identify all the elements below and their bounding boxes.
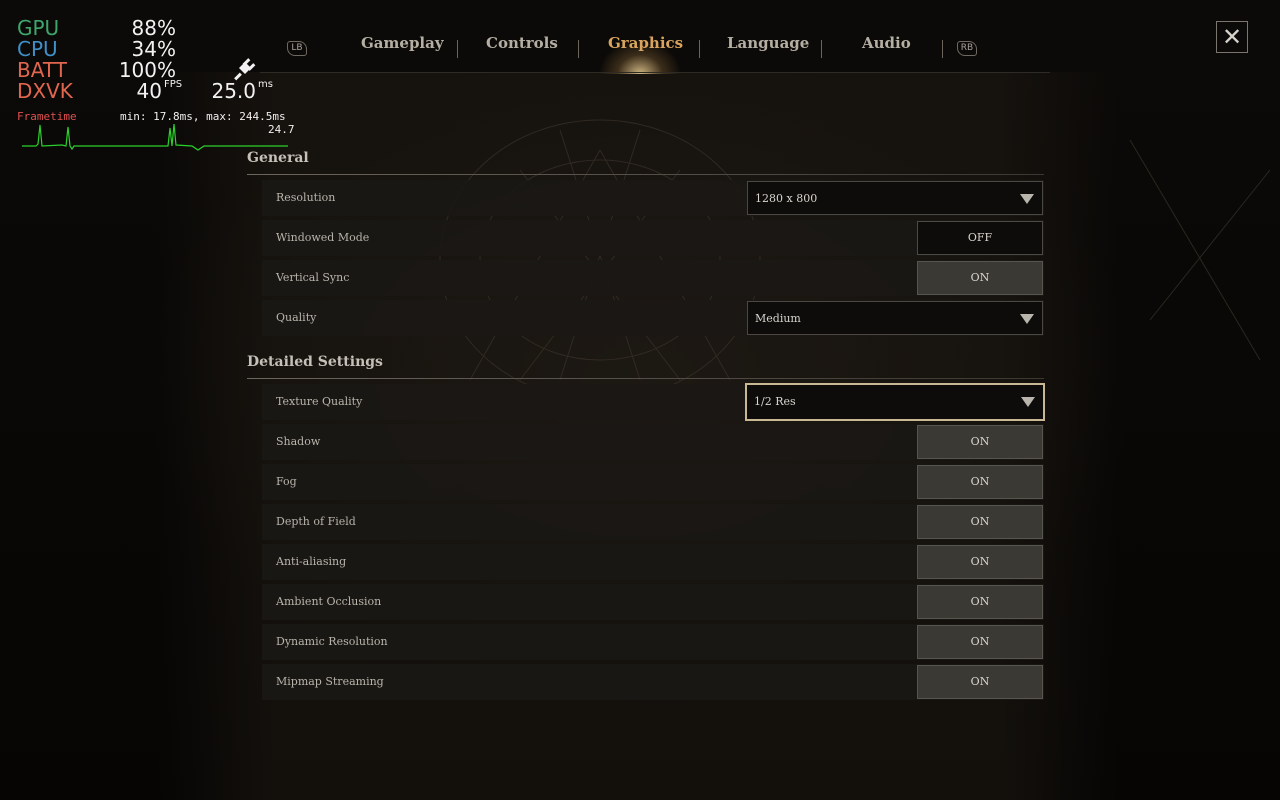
tab-separator (942, 40, 943, 58)
setting-label: Depth of Field (276, 515, 356, 528)
dropdown-value: 1/2 Res (754, 395, 796, 408)
fps-unit: FPS (164, 79, 183, 90)
setting-label: Windowed Mode (276, 231, 370, 244)
close-icon: ✕ (1221, 23, 1243, 51)
setting-row-vertical-sync[interactable]: Vertical Sync ON (262, 260, 1044, 296)
section-title-detailed-settings: Detailed Settings (247, 354, 383, 370)
anti-aliasing-toggle[interactable]: ON (917, 545, 1043, 579)
fps-value: 40 (136, 79, 162, 103)
texture-quality-dropdown[interactable]: 1/2 Res (745, 383, 1045, 421)
performance-overlay: GPU 88% CPU 34% BATT 100% DXVK 40 FPS 25… (0, 0, 310, 160)
dropdown-arrow-icon (1021, 397, 1035, 407)
shadow-toggle[interactable]: ON (917, 425, 1043, 459)
gpu-value: 88% (131, 16, 176, 40)
setting-row-shadow[interactable]: Shadow ON (262, 424, 1044, 460)
resolution-dropdown[interactable]: 1280 x 800 (747, 181, 1043, 215)
ms-unit: ms (258, 79, 273, 90)
lb-button-icon[interactable]: LB (287, 41, 307, 56)
setting-label: Ambient Occlusion (276, 595, 382, 608)
windowed-mode-toggle[interactable]: OFF (917, 221, 1043, 255)
setting-row-quality[interactable]: Quality Medium (262, 300, 1044, 336)
frametime-ms-value: 25.0 (211, 79, 256, 103)
setting-label: Resolution (276, 191, 336, 204)
setting-row-windowed-mode[interactable]: Windowed Mode OFF (262, 220, 1044, 256)
setting-label: Dynamic Resolution (276, 635, 388, 648)
setting-row-dynamic-resolution[interactable]: Dynamic Resolution ON (262, 624, 1044, 660)
section-divider (247, 378, 1044, 379)
tab-bar: LB Gameplay Controls Graphics Language A… (250, 26, 1050, 72)
dropdown-value: Medium (755, 312, 801, 325)
batt-value: 100% (118, 58, 176, 82)
section-divider (247, 174, 1044, 175)
setting-row-mipmap-streaming[interactable]: Mipmap Streaming ON (262, 664, 1044, 700)
setting-row-fog[interactable]: Fog ON (262, 464, 1044, 500)
tab-audio[interactable]: Audio (862, 34, 911, 52)
setting-label: Anti-aliasing (276, 555, 347, 568)
tab-gameplay[interactable]: Gameplay (361, 34, 444, 52)
dynamic-resolution-toggle[interactable]: ON (917, 625, 1043, 659)
setting-row-texture-quality[interactable]: Texture Quality 1/2 Res (262, 383, 1045, 421)
cpu-value: 34% (131, 37, 176, 61)
tab-separator (821, 40, 822, 58)
setting-row-ambient-occlusion[interactable]: Ambient Occlusion ON (262, 584, 1044, 620)
batt-label: BATT (17, 58, 67, 82)
dropdown-arrow-icon (1020, 314, 1034, 324)
frametime-graph (22, 123, 288, 151)
setting-label: Vertical Sync (276, 271, 350, 284)
section-title-general: General (247, 150, 309, 166)
tab-graphics[interactable]: Graphics (608, 34, 683, 52)
setting-row-depth-of-field[interactable]: Depth of Field ON (262, 504, 1044, 540)
setting-row-anti-aliasing[interactable]: Anti-aliasing ON (262, 544, 1044, 580)
setting-label: Texture Quality (276, 395, 363, 408)
vertical-sync-toggle[interactable]: ON (917, 261, 1043, 295)
gpu-label: GPU (17, 16, 60, 40)
fog-toggle[interactable]: ON (917, 465, 1043, 499)
cpu-label: CPU (17, 37, 58, 61)
setting-label: Fog (276, 475, 297, 488)
tab-bar-divider (260, 72, 1050, 73)
rb-button-icon[interactable]: RB (957, 41, 977, 56)
mipmap-streaming-toggle[interactable]: ON (917, 665, 1043, 699)
tab-separator (699, 40, 700, 58)
setting-label: Shadow (276, 435, 321, 448)
depth-of-field-toggle[interactable]: ON (917, 505, 1043, 539)
setting-label: Mipmap Streaming (276, 675, 384, 688)
dxvk-label: DXVK (17, 79, 73, 103)
quality-dropdown[interactable]: Medium (747, 301, 1043, 335)
dropdown-arrow-icon (1020, 194, 1034, 204)
setting-label: Quality (276, 311, 317, 324)
setting-row-resolution[interactable]: Resolution 1280 x 800 (262, 180, 1044, 216)
dropdown-value: 1280 x 800 (755, 192, 818, 205)
close-button[interactable]: ✕ (1216, 21, 1248, 53)
ambient-occlusion-toggle[interactable]: ON (917, 585, 1043, 619)
tab-separator (457, 40, 458, 58)
tab-controls[interactable]: Controls (486, 34, 558, 52)
tab-separator (578, 40, 579, 58)
tab-language[interactable]: Language (727, 34, 809, 52)
